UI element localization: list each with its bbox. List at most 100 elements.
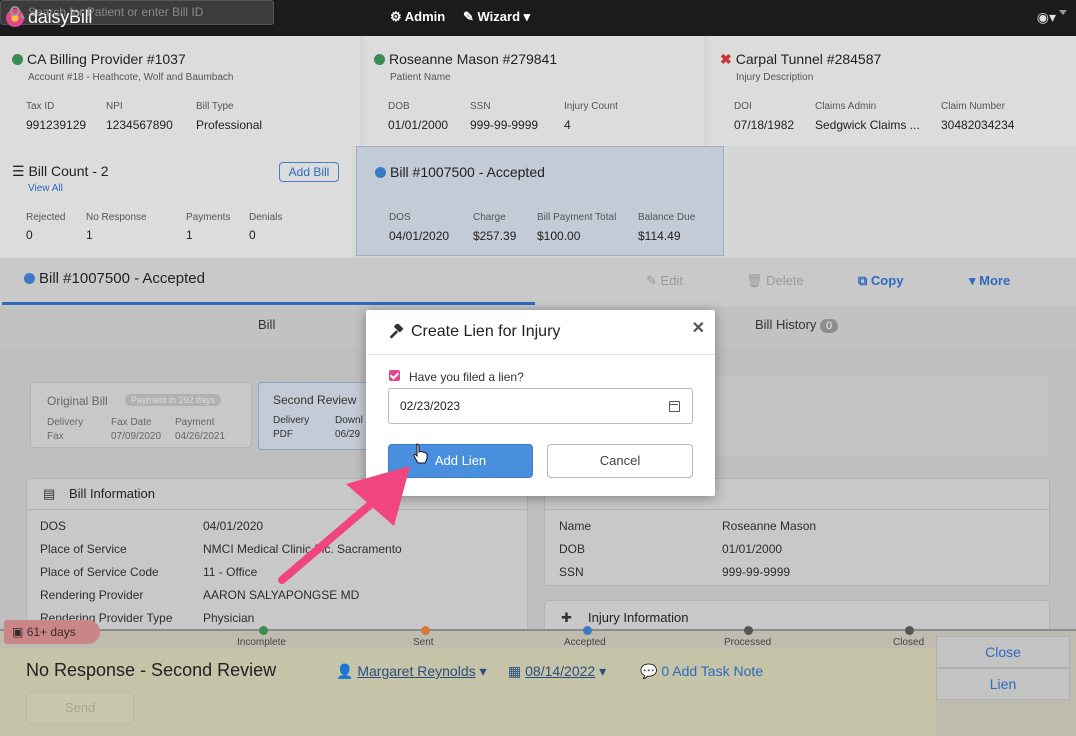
cancel-button[interactable]: Cancel [547, 444, 693, 478]
wizard-label: Wizard [477, 9, 521, 24]
info-label: Place of Service Code [40, 565, 159, 579]
field-label: Charge [473, 212, 506, 223]
field-value: 30482034234 [941, 118, 1015, 132]
comment-icon: 💬 [640, 663, 658, 679]
bill-information-panel: ▤ Bill Information DOS 04/01/2020 Place … [26, 478, 529, 638]
field-value: 1 [186, 228, 193, 242]
bandage-icon: ✚ [561, 610, 572, 625]
patient-title: Roseanne Mason #279841 [374, 51, 557, 67]
field-value: 999-99-9999 [470, 118, 539, 132]
gavel-icon [389, 324, 404, 339]
injury-title-text: Carpal Tunnel #284587 [735, 51, 882, 67]
provider-subtitle: Account #18 - Heathcote, Wolf and Baumba… [28, 72, 234, 83]
timeline-label: Accepted [564, 637, 606, 648]
admin-label: Admin [404, 9, 446, 24]
field-value: 07/09/2020 [111, 431, 162, 442]
field-label: No Response [86, 212, 147, 223]
timeline-dot-sent [421, 626, 430, 635]
timeline-label: Sent [413, 637, 434, 648]
info-value: 04/01/2020 [203, 519, 264, 533]
tab-bill[interactable]: Bill [258, 317, 275, 332]
field-value: 07/18/1982 [734, 118, 795, 132]
field-value: 1234567890 [106, 118, 173, 132]
field-label: Claims Admin [815, 101, 877, 112]
timeline-dot-processed [744, 626, 753, 635]
field-label: Fax Date [111, 417, 152, 428]
injury-subtitle: Injury Description [736, 72, 814, 83]
bill-count-card[interactable]: ☰ Bill Count - 2 View All Add Bill Rejec… [0, 146, 352, 258]
assignee-name: Margaret Reynolds [357, 663, 476, 679]
add-lien-button[interactable]: Add Lien [388, 444, 533, 478]
original-bill-card[interactable]: Original Bill Payment in 292 days Delive… [30, 382, 252, 448]
admin-menu[interactable]: ⚙ Admin [390, 9, 445, 25]
patient-card[interactable]: Roseanne Mason #279841 Patient Name DOB … [364, 36, 704, 146]
info-value: Roseanne Mason [722, 519, 817, 533]
pencil-icon: ✎ [646, 273, 657, 288]
injury-title: ✖ Carpal Tunnel #284587 [720, 51, 881, 68]
info-value: 11 - Office [203, 565, 258, 579]
task-note-label: 0 Add Task Note [661, 663, 764, 679]
field-label: Tax ID [26, 101, 55, 112]
list-icon: ☰ [12, 163, 25, 179]
delete-button[interactable]: 🗑 Delete [746, 273, 804, 289]
provider-card[interactable]: CA Billing Provider #1037 Account #18 - … [0, 36, 360, 146]
divider [27, 509, 529, 510]
field-label: SSN [470, 101, 491, 112]
more-button[interactable]: ▾ More [969, 273, 1010, 289]
divider [545, 509, 1051, 510]
bill-card-selected[interactable]: Bill #1007500 - Accepted DOS 04/01/2020 … [356, 146, 724, 256]
timeline-label: Closed [893, 637, 925, 648]
calendar-icon[interactable] [669, 401, 680, 412]
edit-label: Edit [660, 273, 683, 288]
field-value: Fax [47, 431, 64, 442]
bill-information-title: Bill Information [69, 486, 155, 501]
info-value: AARON SALYAPONGSE MD [203, 588, 360, 602]
field-value: 04/26/2021 [175, 431, 226, 442]
field-label: DOS [389, 212, 411, 223]
field-label: Bill Type [196, 101, 234, 112]
lien-date-input[interactable]: 02/23/2023 [388, 388, 693, 424]
field-value: Professional [196, 118, 263, 132]
tab-bill-history[interactable]: Bill History 0 [755, 317, 839, 333]
field-value: 06/29 [335, 429, 361, 440]
provider-title: CA Billing Provider #1037 [12, 51, 186, 67]
user-menu[interactable]: ◉▾ [1037, 9, 1056, 26]
x-icon: ✖ [720, 51, 732, 67]
copy-button[interactable]: ⧉ Copy [858, 273, 903, 289]
lien-filed-checkbox[interactable] [389, 370, 400, 381]
close-icon[interactable]: ✕ [692, 318, 705, 338]
submission-area [700, 376, 1048, 456]
check-icon [12, 54, 23, 65]
history-count-badge: 0 [820, 319, 839, 333]
more-label: More [979, 273, 1011, 288]
lien-button[interactable]: Lien [936, 668, 1070, 700]
bill-count-text: Bill Count - 2 [28, 163, 109, 179]
edit-button[interactable]: ✎ Edit [646, 273, 683, 289]
info-label: SSN [559, 565, 584, 579]
view-all-link[interactable]: View All [28, 183, 63, 194]
close-button[interactable]: Close [936, 636, 1070, 668]
chevron-down-icon: ▾ [1048, 9, 1056, 25]
chevron-down-icon[interactable] [1059, 10, 1067, 15]
timeline-track [0, 629, 1076, 631]
injury-card[interactable]: ✖ Carpal Tunnel #284587 Injury Descriptio… [708, 36, 1076, 146]
followup-date-dropdown[interactable]: ▦ 08/14/2022 ▾ [508, 663, 606, 680]
copy-icon: ⧉ [858, 273, 868, 288]
user-icon: ◉ [1036, 9, 1049, 25]
field-value: 1 [86, 228, 93, 242]
info-label: Place of Service [40, 542, 127, 556]
info-label: Name [559, 519, 592, 533]
assignee-dropdown[interactable]: 👤 Margaret Reynolds ▾ [336, 663, 487, 680]
field-value: $257.39 [473, 229, 517, 243]
timeline-dot-closed [905, 626, 914, 635]
field-value: PDF [273, 429, 293, 440]
bill-card-title-text: Bill #1007500 - Accepted [390, 164, 545, 180]
second-review-card[interactable]: Second Review Delivery Downl PDF 06/29 [258, 382, 378, 450]
send-button[interactable]: Send [26, 692, 134, 724]
add-task-note-link[interactable]: 💬 0 Add Task Note [640, 663, 763, 680]
bill-cards: ☰ Bill Count - 2 View All Add Bill Rejec… [0, 146, 1076, 258]
wizard-menu[interactable]: ✎ Wizard ▾ [463, 9, 530, 25]
field-value: $100.00 [537, 229, 581, 243]
timeline-label: Incomplete [237, 637, 286, 648]
add-bill-button[interactable]: Add Bill [279, 162, 339, 182]
